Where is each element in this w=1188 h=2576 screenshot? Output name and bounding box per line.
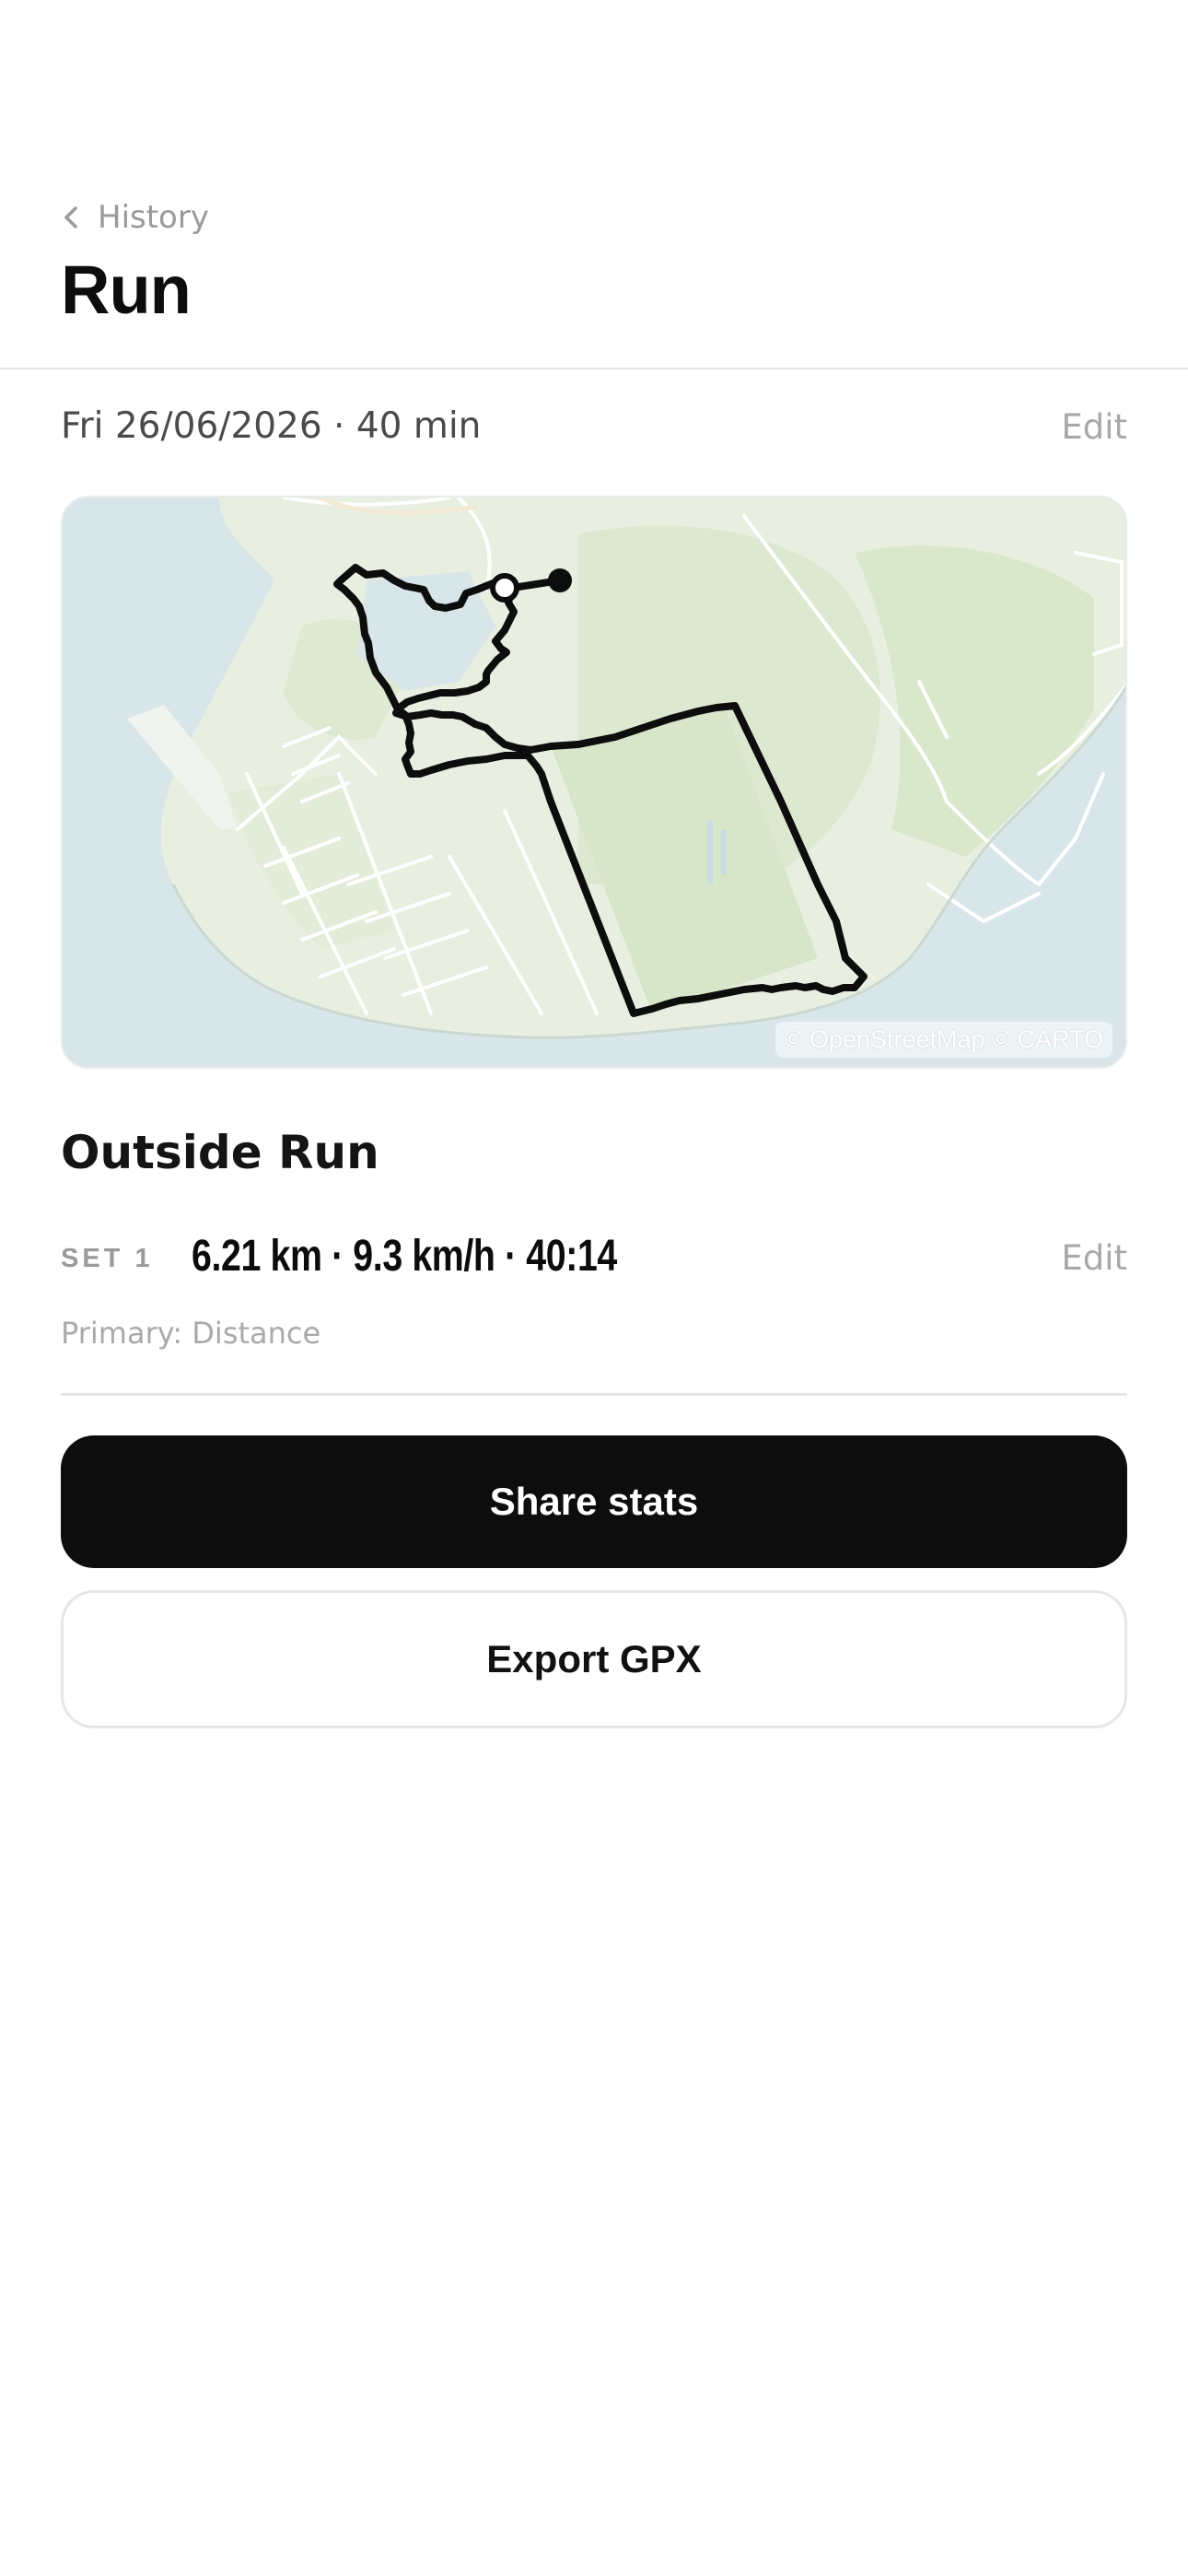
- activity-name: Outside Run: [61, 1126, 379, 1179]
- route-map[interactable]: © OpenStreetMap © CARTO: [61, 496, 1127, 1069]
- edit-set-button[interactable]: Edit: [1061, 1238, 1127, 1278]
- map-attribution[interactable]: © OpenStreetMap © CARTO: [775, 1022, 1112, 1058]
- edit-session-button[interactable]: Edit: [1061, 407, 1127, 447]
- session-date-duration: Fri 26/06/2026 · 40 min: [61, 405, 482, 447]
- route-start-marker: [490, 573, 519, 603]
- back-label: History: [98, 199, 209, 236]
- route-line: [333, 564, 868, 1017]
- route-end-marker: [548, 568, 572, 592]
- page-title: Run: [61, 252, 192, 328]
- workout-detail-page: History Run Fri 26/06/2026 · 40 min Edit: [0, 0, 1188, 2576]
- set-label: SET 1: [61, 1244, 154, 1273]
- header-divider: [0, 368, 1188, 369]
- share-stats-button[interactable]: Share stats: [61, 1435, 1127, 1568]
- chevron-left-icon: [64, 206, 77, 228]
- export-gpx-button[interactable]: Export GPX: [61, 1590, 1127, 1728]
- primary-metric: Primary: Distance: [61, 1316, 321, 1351]
- set-summary: 6.21 km · 9.3 km/h · 40:14: [192, 1232, 617, 1281]
- back-to-history-link[interactable]: History: [61, 199, 209, 236]
- set-divider: [61, 1393, 1127, 1396]
